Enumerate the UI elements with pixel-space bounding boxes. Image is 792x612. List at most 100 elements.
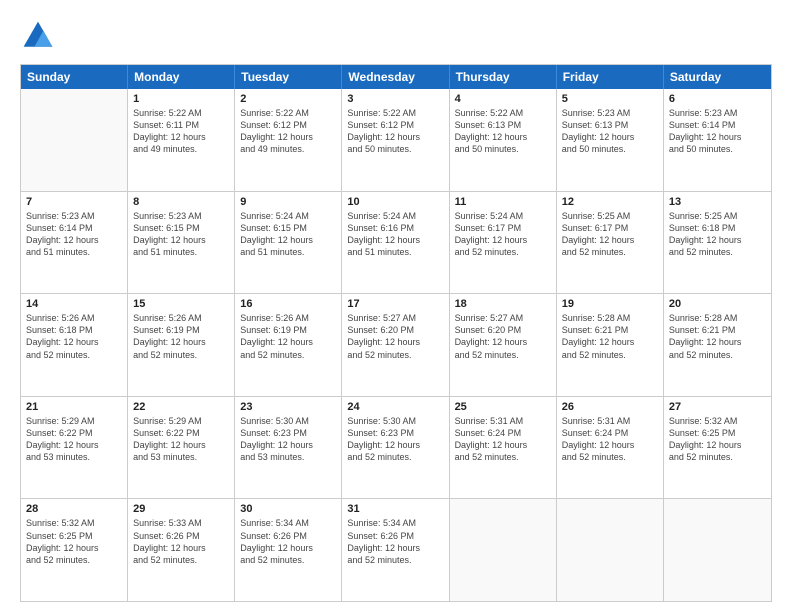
header <box>20 18 772 54</box>
cal-cell: 29Sunrise: 5:33 AM Sunset: 6:26 PM Dayli… <box>128 499 235 601</box>
cal-cell: 27 Sunrise: 5:32 AM Sunset: 6:25 PM Dayli… <box>664 397 771 499</box>
cal-cell: 3 Sunrise: 5:22 AM Sunset: 6:12 PM Daylig… <box>342 89 449 191</box>
day-number: 31 <box>347 503 443 515</box>
day-number: 16 <box>240 298 336 310</box>
day-number: 8 <box>133 196 229 208</box>
day-info: Sunrise: 5:22 AM Sunset: 6:12 PM Dayligh… <box>347 107 443 156</box>
calendar-row-1: 7Sunrise: 5:23 AM Sunset: 6:14 PM Daylig… <box>21 191 771 294</box>
cal-cell <box>450 499 557 601</box>
day-info: Sunrise: 5:26 AM Sunset: 6:18 PM Dayligh… <box>26 312 122 361</box>
day-number: 17 <box>347 298 443 310</box>
cal-cell: 2 Sunrise: 5:22 AM Sunset: 6:12 PM Daylig… <box>235 89 342 191</box>
day-info: Sunrise: 5:26 AM Sunset: 6:19 PM Dayligh… <box>133 312 229 361</box>
day-info: Sunrise: 5:34 AM Sunset: 6:26 PM Dayligh… <box>240 517 336 566</box>
cal-cell: 7Sunrise: 5:23 AM Sunset: 6:14 PM Daylig… <box>21 192 128 294</box>
day-info: Sunrise: 5:22 AM Sunset: 6:12 PM Dayligh… <box>240 107 336 156</box>
day-info: Sunrise: 5:28 AM Sunset: 6:21 PM Dayligh… <box>562 312 658 361</box>
day-info: Sunrise: 5:27 AM Sunset: 6:20 PM Dayligh… <box>347 312 443 361</box>
cal-cell <box>557 499 664 601</box>
cal-cell: 24 Sunrise: 5:30 AM Sunset: 6:23 PM Dayli… <box>342 397 449 499</box>
cal-cell: 1 Sunrise: 5:22 AM Sunset: 6:11 PM Daylig… <box>128 89 235 191</box>
day-info: Sunrise: 5:31 AM Sunset: 6:24 PM Dayligh… <box>562 415 658 464</box>
cal-cell: 9Sunrise: 5:24 AM Sunset: 6:15 PM Daylig… <box>235 192 342 294</box>
day-info: Sunrise: 5:30 AM Sunset: 6:23 PM Dayligh… <box>240 415 336 464</box>
cal-cell: 4 Sunrise: 5:22 AM Sunset: 6:13 PM Daylig… <box>450 89 557 191</box>
cal-cell: 8Sunrise: 5:23 AM Sunset: 6:15 PM Daylig… <box>128 192 235 294</box>
calendar-row-0: 1 Sunrise: 5:22 AM Sunset: 6:11 PM Daylig… <box>21 89 771 191</box>
day-info: Sunrise: 5:34 AM Sunset: 6:26 PM Dayligh… <box>347 517 443 566</box>
cal-cell: 25Sunrise: 5:31 AM Sunset: 6:24 PM Dayli… <box>450 397 557 499</box>
cal-cell: 13 Sunrise: 5:25 AM Sunset: 6:18 PM Dayli… <box>664 192 771 294</box>
day-info: Sunrise: 5:24 AM Sunset: 6:16 PM Dayligh… <box>347 210 443 259</box>
header-day-friday: Friday <box>557 65 664 89</box>
calendar-row-4: 28Sunrise: 5:32 AM Sunset: 6:25 PM Dayli… <box>21 498 771 601</box>
day-number: 25 <box>455 401 551 413</box>
day-info: Sunrise: 5:24 AM Sunset: 6:17 PM Dayligh… <box>455 210 551 259</box>
day-number: 3 <box>347 93 443 105</box>
day-number: 15 <box>133 298 229 310</box>
calendar-body: 1 Sunrise: 5:22 AM Sunset: 6:11 PM Daylig… <box>21 89 771 601</box>
header-day-monday: Monday <box>128 65 235 89</box>
cal-cell: 20 Sunrise: 5:28 AM Sunset: 6:21 PM Dayli… <box>664 294 771 396</box>
cal-cell: 22Sunrise: 5:29 AM Sunset: 6:22 PM Dayli… <box>128 397 235 499</box>
day-info: Sunrise: 5:32 AM Sunset: 6:25 PM Dayligh… <box>669 415 766 464</box>
day-info: Sunrise: 5:26 AM Sunset: 6:19 PM Dayligh… <box>240 312 336 361</box>
day-number: 4 <box>455 93 551 105</box>
cal-cell: 10 Sunrise: 5:24 AM Sunset: 6:16 PM Dayli… <box>342 192 449 294</box>
day-info: Sunrise: 5:25 AM Sunset: 6:18 PM Dayligh… <box>669 210 766 259</box>
header-day-sunday: Sunday <box>21 65 128 89</box>
day-info: Sunrise: 5:33 AM Sunset: 6:26 PM Dayligh… <box>133 517 229 566</box>
day-number: 11 <box>455 196 551 208</box>
day-number: 20 <box>669 298 766 310</box>
day-info: Sunrise: 5:32 AM Sunset: 6:25 PM Dayligh… <box>26 517 122 566</box>
cal-cell: 31 Sunrise: 5:34 AM Sunset: 6:26 PM Dayli… <box>342 499 449 601</box>
cal-cell: 12 Sunrise: 5:25 AM Sunset: 6:17 PM Dayli… <box>557 192 664 294</box>
cal-cell: 5 Sunrise: 5:23 AM Sunset: 6:13 PM Daylig… <box>557 89 664 191</box>
cal-cell <box>21 89 128 191</box>
cal-cell: 26Sunrise: 5:31 AM Sunset: 6:24 PM Dayli… <box>557 397 664 499</box>
day-number: 18 <box>455 298 551 310</box>
day-number: 13 <box>669 196 766 208</box>
cal-cell: 28Sunrise: 5:32 AM Sunset: 6:25 PM Dayli… <box>21 499 128 601</box>
calendar-row-3: 21Sunrise: 5:29 AM Sunset: 6:22 PM Dayli… <box>21 396 771 499</box>
cal-cell: 21Sunrise: 5:29 AM Sunset: 6:22 PM Dayli… <box>21 397 128 499</box>
logo <box>20 18 60 54</box>
day-number: 30 <box>240 503 336 515</box>
day-number: 5 <box>562 93 658 105</box>
cal-cell: 18 Sunrise: 5:27 AM Sunset: 6:20 PM Dayli… <box>450 294 557 396</box>
logo-icon <box>20 18 56 54</box>
day-number: 23 <box>240 401 336 413</box>
day-info: Sunrise: 5:22 AM Sunset: 6:11 PM Dayligh… <box>133 107 229 156</box>
calendar: SundayMondayTuesdayWednesdayThursdayFrid… <box>20 64 772 602</box>
day-info: Sunrise: 5:24 AM Sunset: 6:15 PM Dayligh… <box>240 210 336 259</box>
day-number: 19 <box>562 298 658 310</box>
day-number: 12 <box>562 196 658 208</box>
cal-cell: 11 Sunrise: 5:24 AM Sunset: 6:17 PM Dayli… <box>450 192 557 294</box>
cal-cell: 6Sunrise: 5:23 AM Sunset: 6:14 PM Daylig… <box>664 89 771 191</box>
day-number: 14 <box>26 298 122 310</box>
day-number: 24 <box>347 401 443 413</box>
cal-cell: 16 Sunrise: 5:26 AM Sunset: 6:19 PM Dayli… <box>235 294 342 396</box>
cal-cell: 14 Sunrise: 5:26 AM Sunset: 6:18 PM Dayli… <box>21 294 128 396</box>
day-number: 2 <box>240 93 336 105</box>
header-day-saturday: Saturday <box>664 65 771 89</box>
day-info: Sunrise: 5:28 AM Sunset: 6:21 PM Dayligh… <box>669 312 766 361</box>
day-info: Sunrise: 5:27 AM Sunset: 6:20 PM Dayligh… <box>455 312 551 361</box>
day-number: 7 <box>26 196 122 208</box>
calendar-header: SundayMondayTuesdayWednesdayThursdayFrid… <box>21 65 771 89</box>
day-info: Sunrise: 5:22 AM Sunset: 6:13 PM Dayligh… <box>455 107 551 156</box>
cal-cell: 19 Sunrise: 5:28 AM Sunset: 6:21 PM Dayli… <box>557 294 664 396</box>
day-number: 1 <box>133 93 229 105</box>
day-info: Sunrise: 5:30 AM Sunset: 6:23 PM Dayligh… <box>347 415 443 464</box>
cal-cell: 15 Sunrise: 5:26 AM Sunset: 6:19 PM Dayli… <box>128 294 235 396</box>
day-number: 10 <box>347 196 443 208</box>
cal-cell: 30 Sunrise: 5:34 AM Sunset: 6:26 PM Dayli… <box>235 499 342 601</box>
day-info: Sunrise: 5:25 AM Sunset: 6:17 PM Dayligh… <box>562 210 658 259</box>
day-number: 21 <box>26 401 122 413</box>
cal-cell: 17 Sunrise: 5:27 AM Sunset: 6:20 PM Dayli… <box>342 294 449 396</box>
page: SundayMondayTuesdayWednesdayThursdayFrid… <box>0 0 792 612</box>
day-info: Sunrise: 5:23 AM Sunset: 6:13 PM Dayligh… <box>562 107 658 156</box>
day-number: 27 <box>669 401 766 413</box>
header-day-tuesday: Tuesday <box>235 65 342 89</box>
cal-cell <box>664 499 771 601</box>
